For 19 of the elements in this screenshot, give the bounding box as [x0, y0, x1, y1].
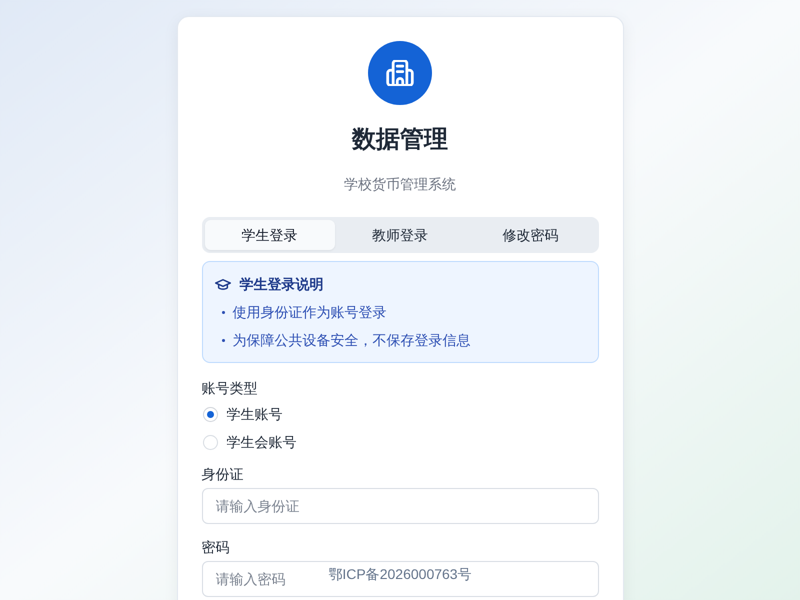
tab[interactable]: 修改密码: [465, 220, 596, 250]
app-subtitle: 学校货币管理系统: [344, 175, 456, 194]
account-type-label: 账号类型: [202, 379, 258, 398]
input-field[interactable]: 请输入身份证: [202, 488, 598, 524]
radio-option[interactable]: 学生会账号: [202, 428, 296, 456]
icp-footer-text: 鄂ICP备2026000763号: [328, 565, 472, 584]
field-label: 身份证: [202, 465, 244, 484]
notice-title: 学生登录说明: [240, 275, 324, 294]
app-title: 数据管理: [352, 125, 448, 155]
field-label: 密码: [202, 538, 230, 557]
building-icon: [385, 60, 415, 86]
radio-button-icon[interactable]: [202, 434, 218, 450]
notice-item: 使用身份证作为账号登录: [232, 303, 386, 322]
graduation-cap-icon: [214, 278, 230, 290]
tab[interactable]: 教师登录: [334, 220, 466, 250]
tab[interactable]: 学生登录: [204, 220, 335, 250]
notice-item: 为保障公共设备安全，不保存登录信息: [232, 331, 470, 350]
radio-option[interactable]: 学生账号: [202, 400, 282, 428]
radio-button-icon[interactable]: [202, 406, 218, 422]
